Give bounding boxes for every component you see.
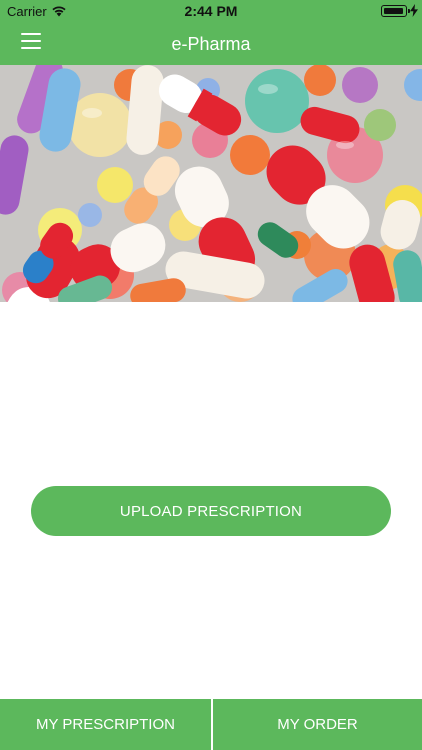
clock-time: 2:44 PM <box>184 3 238 19</box>
bottom-tab-bar: MY PRESCRIPTION MY ORDER <box>0 699 422 750</box>
battery-level-fill <box>383 7 403 14</box>
app-title: e-Pharma <box>171 34 251 54</box>
tab-my-prescription[interactable]: MY PRESCRIPTION <box>0 699 211 750</box>
upload-prescription-button[interactable]: UPLOAD PRESCRIPTION <box>31 486 391 536</box>
status-bar: Carrier 2:44 PM <box>0 0 422 22</box>
pills-illustration <box>0 65 422 302</box>
charging-bolt-icon <box>410 4 418 17</box>
navigation-bar: e-Pharma <box>0 22 422 65</box>
battery-icon <box>381 5 410 17</box>
tab-my-order[interactable]: MY ORDER <box>213 699 422 750</box>
pills-hero-image <box>0 65 422 302</box>
app-screen: Carrier 2:44 PM e-Pharma UPLOAD PRESCRIP… <box>0 0 422 750</box>
